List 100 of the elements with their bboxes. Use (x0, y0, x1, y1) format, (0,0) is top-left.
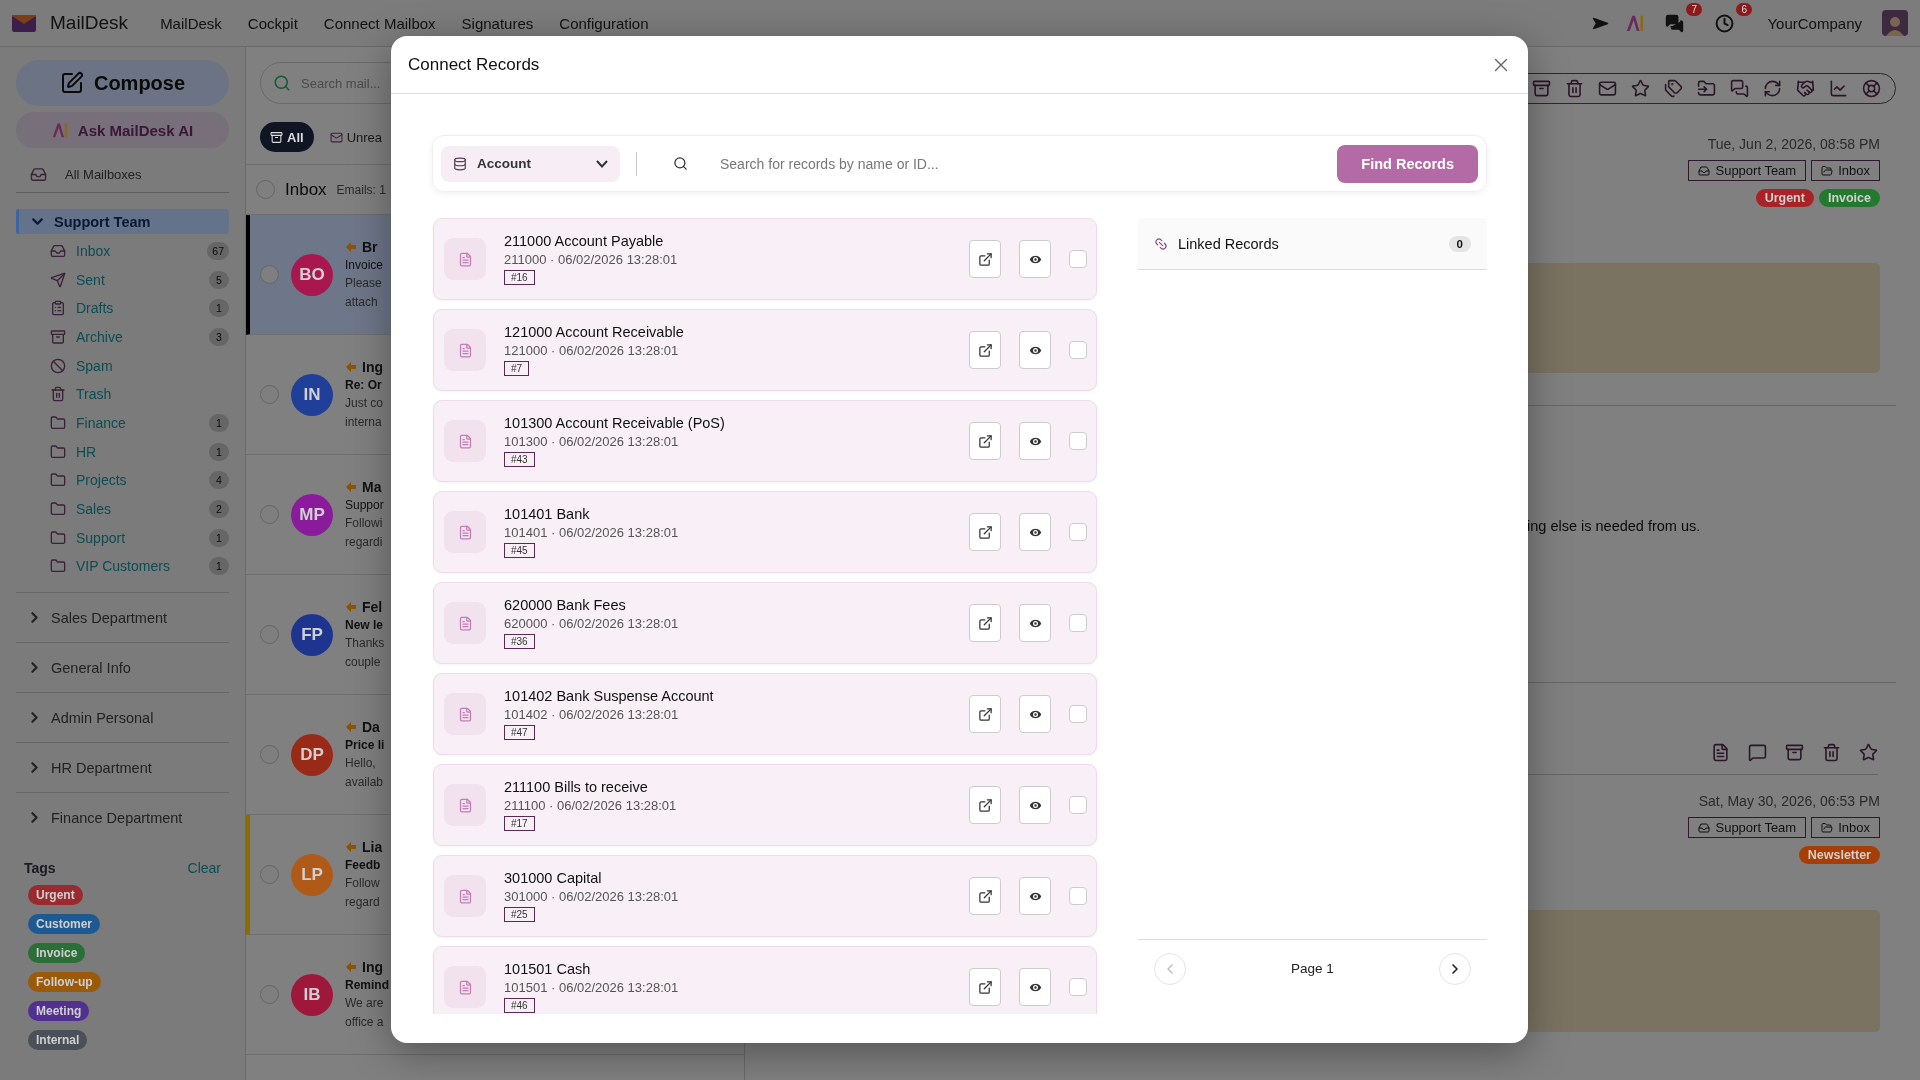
document-icon (457, 342, 473, 358)
compose-button[interactable]: Compose (16, 60, 229, 106)
record-checkbox[interactable] (1069, 432, 1087, 450)
folder-item[interactable]: Projects 4 (16, 468, 229, 493)
row-radio[interactable] (260, 265, 279, 284)
row-radio[interactable] (260, 625, 279, 644)
open-record-button[interactable] (969, 422, 1001, 460)
menu-item[interactable]: Connect Mailbox (313, 14, 446, 32)
open-record-button[interactable] (969, 786, 1001, 824)
record-id-tag: #36 (504, 634, 535, 649)
row-radio[interactable] (260, 985, 279, 1004)
row-radio[interactable] (260, 385, 279, 404)
tag-pill[interactable]: Invoice (28, 943, 86, 964)
open-record-button[interactable] (969, 695, 1001, 733)
mailbox-group[interactable]: Admin Personal (16, 693, 229, 743)
open-record-button[interactable] (969, 513, 1001, 551)
row-radio[interactable] (260, 745, 279, 764)
folder-item[interactable]: Spam (16, 353, 229, 378)
folder-icon (50, 558, 66, 575)
row-radio[interactable] (260, 505, 279, 524)
tags-icon[interactable] (1664, 79, 1683, 98)
star-icon[interactable] (1631, 79, 1650, 98)
preview-button[interactable] (1019, 695, 1051, 733)
person-silhouette-icon (1884, 14, 1906, 36)
open-record-button[interactable] (969, 877, 1001, 915)
record-checkbox[interactable] (1069, 705, 1087, 723)
open-record-button[interactable] (969, 604, 1001, 642)
record-checkbox[interactable] (1069, 614, 1087, 632)
folder-item[interactable]: VIP Customers 1 (16, 554, 229, 579)
envelope-icon[interactable] (1598, 79, 1617, 98)
folder-item[interactable]: Archive 3 (16, 325, 229, 349)
move-folder-icon[interactable] (1697, 79, 1716, 98)
model-select[interactable]: Account (441, 145, 620, 182)
preview-button[interactable] (1019, 331, 1051, 369)
preview-button[interactable] (1019, 786, 1051, 824)
record-checkbox[interactable] (1069, 796, 1087, 814)
preview-button[interactable] (1019, 604, 1051, 642)
preview-button[interactable] (1019, 422, 1051, 460)
tag-pill[interactable]: Urgent (28, 885, 83, 906)
preview-button[interactable] (1019, 513, 1051, 551)
preview-button[interactable] (1019, 968, 1051, 1006)
mailbox-group[interactable]: Support Team (16, 209, 229, 234)
linked-records-title: Linked Records (1178, 235, 1280, 252)
trash-icon[interactable] (1822, 743, 1841, 762)
archive-icon[interactable] (1785, 743, 1804, 762)
menu-item[interactable]: MailDesk (150, 14, 232, 32)
lifebuoy-icon[interactable] (1862, 79, 1881, 98)
mailbox-group[interactable]: HR Department (16, 743, 229, 793)
folder-item[interactable]: Support 1 (16, 525, 229, 550)
mailbox-group[interactable]: Sales Department (16, 593, 229, 643)
row-radio[interactable] (260, 865, 279, 884)
menu-item[interactable]: Cockpit (237, 14, 308, 32)
clear-link[interactable]: Clear (187, 860, 221, 877)
folder-item[interactable]: Drafts 1 (16, 296, 229, 321)
folder-item[interactable]: Finance 1 (16, 411, 229, 435)
all-mailboxes-item[interactable]: All Mailboxes (16, 156, 229, 193)
filter-tab[interactable]: All (260, 122, 314, 152)
record-checkbox[interactable] (1069, 250, 1087, 268)
folder-item[interactable]: Sent 5 (16, 267, 229, 292)
chart-icon[interactable] (1829, 79, 1848, 98)
mailbox-group[interactable]: General Info (16, 643, 229, 693)
tag-pill[interactable]: Customer (28, 914, 100, 935)
ask-ai-button[interactable]: Ask MailDesk AI (16, 112, 229, 148)
tag-pill[interactable]: Meeting (28, 1001, 90, 1022)
record-checkbox[interactable] (1069, 523, 1087, 541)
select-all-radio[interactable] (256, 180, 275, 199)
star-icon[interactable] (1859, 743, 1878, 762)
open-record-button[interactable] (969, 331, 1001, 369)
tag-pill[interactable]: Internal (28, 1030, 88, 1051)
menu-item[interactable]: Signatures (451, 14, 544, 32)
open-record-button[interactable] (969, 240, 1001, 278)
find-records-button[interactable]: Find Records (1337, 144, 1478, 183)
filter-tab[interactable]: Unrea (319, 122, 393, 152)
folder-item[interactable]: HR 1 (16, 439, 229, 464)
chat-button[interactable] (1663, 12, 1686, 34)
clock-button[interactable] (1713, 12, 1736, 34)
archive-icon[interactable] (1532, 79, 1551, 98)
document-icon[interactable] (1711, 743, 1730, 762)
folder-item[interactable]: Sales 2 (16, 497, 229, 521)
handshake-icon[interactable] (1796, 79, 1815, 98)
folder-item[interactable]: Trash (16, 382, 229, 407)
tag-pill[interactable]: Follow-up (28, 972, 101, 993)
trash-icon[interactable] (1565, 79, 1584, 98)
record-checkbox[interactable] (1069, 978, 1087, 996)
company-name[interactable]: YourCompany (1767, 14, 1862, 32)
folder-item[interactable]: Inbox 67 (16, 239, 229, 263)
user-avatar[interactable] (1882, 10, 1908, 36)
menu-item[interactable]: Configuration (549, 14, 659, 32)
next-page-button[interactable] (1439, 952, 1471, 985)
external-link-icon (977, 706, 993, 722)
preview-button[interactable] (1019, 240, 1051, 278)
preview-button[interactable] (1019, 877, 1051, 915)
chat-icon[interactable] (1730, 79, 1749, 98)
record-checkbox[interactable] (1069, 341, 1087, 359)
refresh-icon[interactable] (1763, 79, 1782, 98)
mailbox-group[interactable]: Finance Department (16, 793, 229, 843)
speech-bubble-icon[interactable] (1748, 743, 1767, 762)
open-record-button[interactable] (969, 968, 1001, 1006)
record-checkbox[interactable] (1069, 887, 1087, 905)
email-subject: Remind (345, 977, 389, 992)
